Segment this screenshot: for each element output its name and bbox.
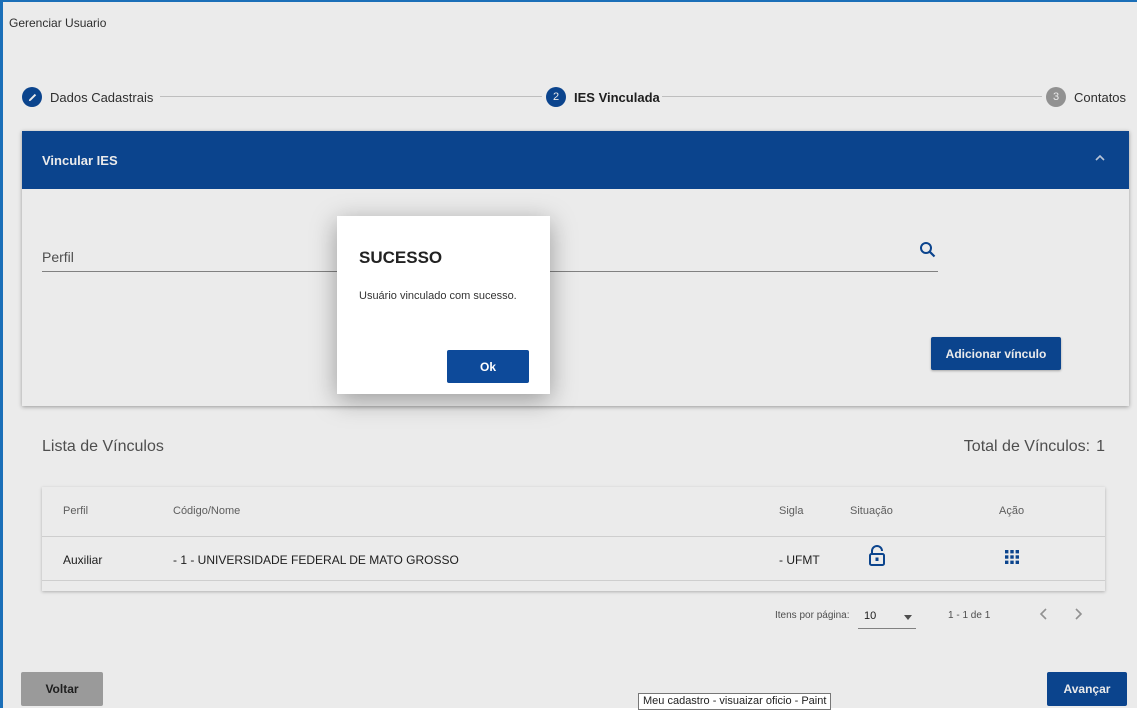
ok-button[interactable]: Ok: [447, 350, 529, 383]
taskbar-tooltip: Meu cadastro - visuaizar oficio - Paint: [638, 693, 832, 710]
modal-backdrop: [0, 0, 1137, 708]
dialog-message: Usuário vinculado com sucesso.: [359, 290, 517, 302]
dialog-title: SUCESSO: [359, 248, 443, 267]
success-dialog: SUCESSO Usuário vinculado com sucesso. O…: [337, 216, 550, 394]
